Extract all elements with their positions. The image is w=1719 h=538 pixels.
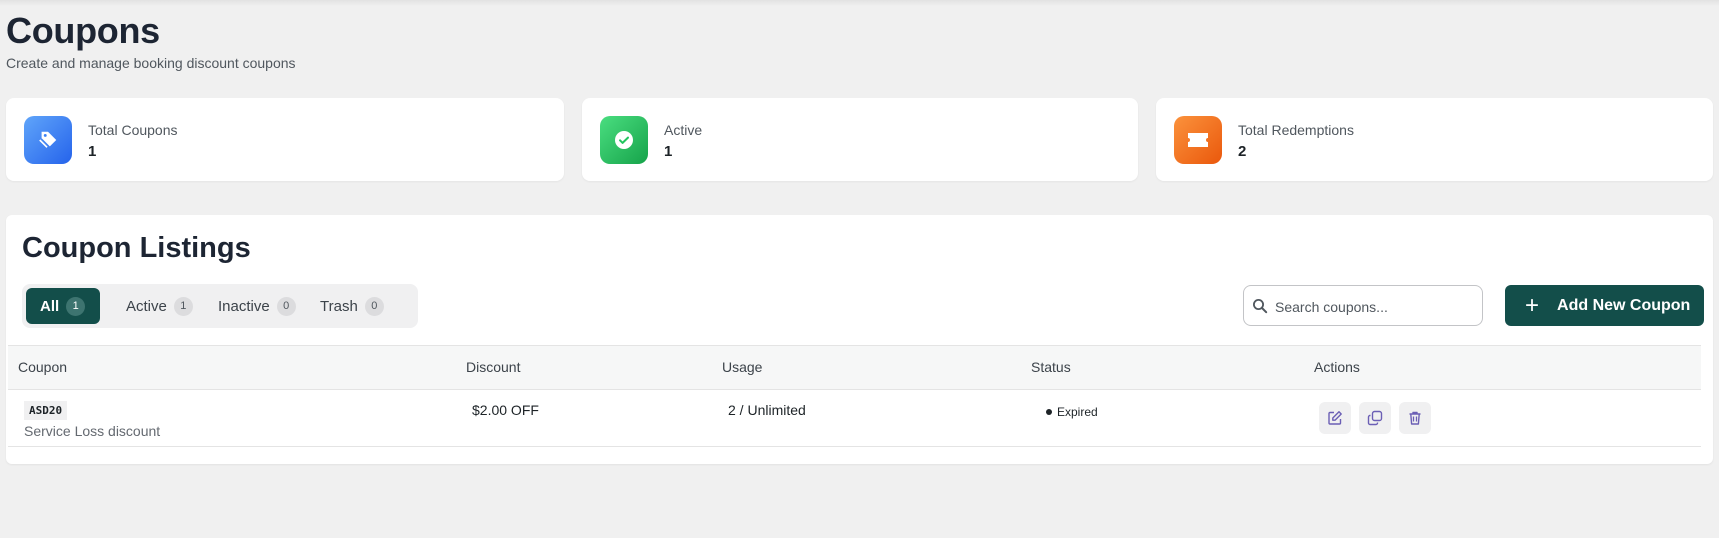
table-header: Coupon Discount Usage Status Actions — [8, 345, 1701, 390]
ticket-icon — [1174, 116, 1222, 164]
stat-label: Total Coupons — [88, 122, 178, 138]
discount-value: $2.00 OFF — [472, 402, 539, 418]
panel-title: Coupon Listings — [22, 232, 251, 264]
stat-card-total-redemptions: Total Redemptions 2 — [1156, 98, 1713, 181]
tab-active[interactable]: Active 1 — [112, 288, 207, 324]
coupon-code: ASD20 — [24, 401, 68, 420]
column-header-actions: Actions — [1314, 359, 1360, 375]
stat-value: 1 — [664, 143, 673, 160]
stat-label: Total Redemptions — [1238, 122, 1354, 138]
plus-icon: + — [1525, 291, 1540, 319]
tab-label: Active — [126, 297, 167, 315]
edit-button[interactable] — [1319, 402, 1351, 434]
status-label: Expired — [1057, 405, 1098, 419]
tab-count: 1 — [66, 296, 86, 316]
filter-tabs: All 1 Active 1 Inactive 0 Trash 0 — [22, 284, 418, 328]
tab-inactive[interactable]: Inactive 0 — [204, 288, 310, 324]
stat-value: 1 — [88, 143, 97, 160]
column-header-usage: Usage — [722, 359, 763, 375]
page-subtitle: Create and manage booking discount coupo… — [6, 55, 296, 71]
tab-label: Inactive — [218, 297, 270, 315]
status-badge: Expired — [1046, 405, 1098, 419]
stat-value: 2 — [1238, 143, 1247, 160]
top-shadow — [0, 0, 1719, 6]
usage-value: 2 / Unlimited — [728, 402, 806, 418]
tab-count: 1 — [173, 296, 193, 316]
tab-label: Trash — [320, 297, 358, 315]
table-row: ASD20 Service Loss discount $2.00 OFF 2 … — [8, 389, 1701, 447]
tab-count: 0 — [276, 296, 296, 316]
trash-icon — [1409, 411, 1421, 425]
page-title: Coupons — [6, 10, 160, 51]
coupon-description: Service Loss discount — [24, 423, 161, 439]
stat-card-total-coupons: Total Coupons 1 — [6, 98, 564, 181]
search-box — [1243, 285, 1483, 327]
check-circle-icon — [600, 116, 648, 164]
add-button-label: Add New Coupon — [1557, 296, 1691, 314]
column-header-discount: Discount — [466, 359, 521, 375]
search-icon — [1252, 298, 1268, 319]
search-input[interactable] — [1273, 286, 1477, 327]
stat-card-active: Active 1 — [582, 98, 1138, 181]
add-new-coupon-button[interactable]: + Add New Coupon — [1505, 285, 1704, 326]
tab-label: All — [40, 297, 60, 315]
stat-label: Active — [664, 122, 703, 138]
tab-count: 0 — [364, 296, 384, 316]
tab-trash[interactable]: Trash 0 — [306, 288, 398, 324]
edit-icon — [1328, 411, 1342, 425]
column-header-status: Status — [1031, 359, 1071, 375]
delete-button[interactable] — [1399, 402, 1431, 434]
column-header-coupon: Coupon — [18, 359, 68, 375]
duplicate-icon — [1367, 410, 1383, 426]
coupon-listings-panel: Coupon Listings All 1 Active 1 Inactive … — [6, 215, 1713, 464]
duplicate-button[interactable] — [1359, 402, 1391, 434]
tab-all[interactable]: All 1 — [26, 288, 100, 324]
status-dot — [1046, 409, 1052, 415]
tags-icon — [24, 116, 72, 164]
